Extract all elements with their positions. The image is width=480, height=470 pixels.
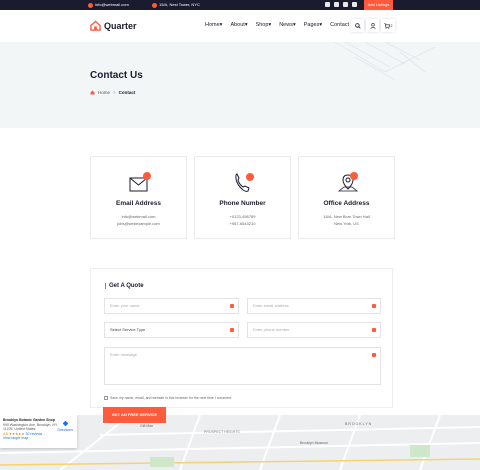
- card-title: Phone Number: [219, 200, 266, 207]
- nav-home[interactable]: Home▾: [205, 22, 222, 28]
- map-label: BROOKLYN: [345, 422, 373, 426]
- place-reviews[interactable]: 30 reviews: [26, 432, 43, 436]
- main-header: Quarter Home▾ About▾ Shop▾ News▾ Pages▾ …: [0, 10, 480, 42]
- pencil-icon: [372, 353, 376, 357]
- social-links: [325, 2, 357, 7]
- add-listing-button[interactable]: Add Listings: [364, 0, 393, 10]
- user-icon: [230, 304, 234, 308]
- search-icon: [354, 22, 361, 29]
- chevron-down-icon: [230, 328, 234, 332]
- map-label: Gift Man: [140, 424, 154, 428]
- card-title: Office Address: [323, 200, 370, 207]
- cart-button[interactable]: 2: [381, 19, 395, 32]
- cart-icon: [383, 22, 390, 29]
- card-line[interactable]: info@webmail.com: [91, 214, 186, 219]
- top-location: 15/A, Nest Tower, NYC: [152, 0, 200, 10]
- rating-stars: ★★★★★: [8, 431, 25, 436]
- directions-label: Directions: [57, 427, 73, 432]
- nav-about[interactable]: About▾: [230, 22, 247, 28]
- search-button[interactable]: [351, 19, 364, 32]
- contact-card-address: Office Address 18/A, New Born Town Hall …: [298, 156, 395, 239]
- email-input[interactable]: Enter email address: [247, 298, 381, 314]
- name-input[interactable]: Enter your name: [104, 298, 239, 314]
- map-place-card: Brooklyn Botanic Garden Shop 990 Washing…: [0, 415, 77, 448]
- service-type-select[interactable]: Select Service Type: [104, 322, 239, 338]
- consent-checkbox[interactable]: [104, 396, 108, 400]
- logo-text: Quarter: [104, 20, 137, 31]
- instagram-icon[interactable]: [343, 2, 348, 7]
- card-line[interactable]: +0123-456789: [195, 214, 290, 219]
- card-line: New York, US: [334, 221, 359, 226]
- consent-row[interactable]: Save my name, email, and website in this…: [104, 396, 232, 400]
- location-icon: [337, 172, 359, 192]
- nav-pages[interactable]: Pages▾: [304, 22, 322, 28]
- form-title: Get A Quote: [105, 283, 144, 289]
- contact-card-email: Email Address info@webmail.com jobs@webe…: [90, 156, 187, 239]
- nav-shop[interactable]: Shop▾: [256, 22, 272, 28]
- nav-contact[interactable]: Contact: [330, 22, 349, 28]
- contact-card-phone: Phone Number +0123-456789 +987-6543210: [194, 156, 291, 239]
- page-banner: Contact Us Home > Contact: [0, 42, 480, 128]
- view-larger-map-link[interactable]: View larger map: [3, 436, 74, 441]
- map-label: Brooklyn Museum: [300, 441, 329, 445]
- email-icon: [129, 172, 151, 192]
- main-nav: Home▾ About▾ Shop▾ News▾ Pages▾ Contact: [205, 22, 349, 28]
- message-textarea[interactable]: Enter message: [104, 347, 381, 385]
- breadcrumb-current: Contact: [118, 90, 136, 95]
- facebook-icon[interactable]: [325, 2, 330, 7]
- account-button[interactable]: [366, 19, 379, 32]
- envelope-icon: [372, 304, 376, 308]
- top-email-text: info@webmail.com: [95, 2, 129, 7]
- map[interactable]: Brooklyn Botanic Garden Shop 990 Washing…: [0, 415, 480, 470]
- directions-icon: [62, 420, 69, 427]
- top-email[interactable]: info@webmail.com: [88, 0, 129, 10]
- cart-count: 2: [390, 23, 393, 28]
- breadcrumb-home[interactable]: Home: [98, 90, 110, 95]
- phone-icon: [372, 328, 376, 332]
- house-logo-icon: [90, 20, 101, 31]
- building-sketch-decoration: [334, 42, 435, 81]
- directions-button[interactable]: Directions: [57, 420, 73, 432]
- quote-form: Get A Quote Enter your name Enter email …: [90, 268, 393, 408]
- map-pin-icon: [152, 2, 157, 8]
- phone-input[interactable]: Enter phone number: [247, 322, 381, 338]
- top-bar: info@webmail.com 15/A, Nest Tower, NYC A…: [0, 0, 480, 10]
- logo[interactable]: Quarter: [90, 20, 137, 31]
- dribbble-icon[interactable]: [352, 2, 357, 7]
- nav-news[interactable]: News▾: [279, 22, 296, 28]
- submit-button[interactable]: GET AN FREE SERVICE: [103, 407, 166, 423]
- place-rating: 4.5: [3, 431, 8, 436]
- envelope-icon: [88, 2, 93, 8]
- page-title: Contact Us: [90, 70, 143, 81]
- card-title: Email Address: [116, 200, 161, 207]
- home-icon: [90, 90, 95, 95]
- user-icon: [369, 22, 376, 29]
- twitter-icon[interactable]: [334, 2, 339, 7]
- map-label: PROSPECT HEIGHTS: [204, 430, 240, 434]
- card-line[interactable]: jobs@webexample.com: [91, 221, 186, 226]
- top-location-text: 15/A, Nest Tower, NYC: [159, 2, 200, 7]
- breadcrumb-separator: >: [113, 90, 116, 95]
- consent-label: Save my name, email, and website in this…: [110, 396, 233, 400]
- phone-icon: [235, 173, 254, 192]
- card-line: 18/A, New Born Town Hall: [323, 214, 370, 219]
- card-line[interactable]: +987-6543210: [195, 221, 290, 226]
- breadcrumb: Home > Contact: [90, 90, 135, 95]
